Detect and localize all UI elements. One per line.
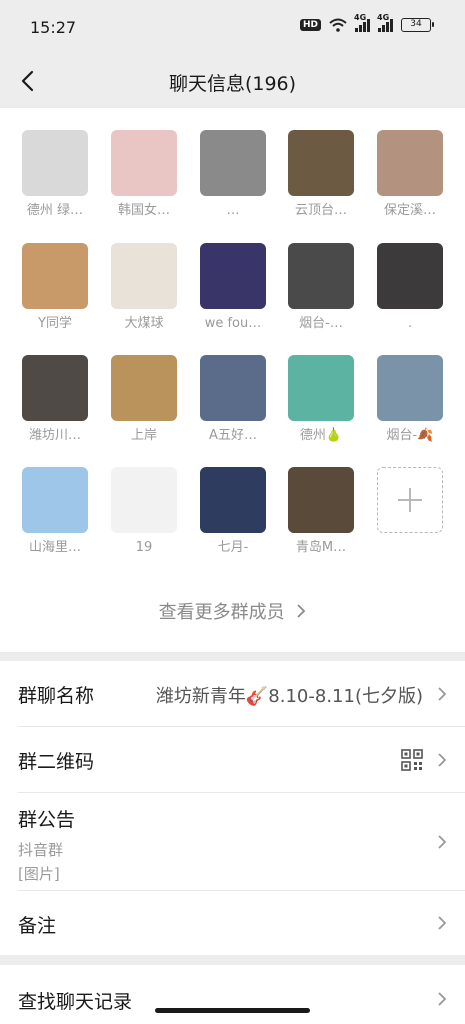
avatar [200, 355, 266, 421]
avatar [200, 130, 266, 196]
status-time: 15:27 [30, 18, 77, 37]
member-name: 19 [135, 540, 153, 555]
chevron-right-icon [438, 687, 447, 701]
nav-bar: 聊天信息(196) [0, 54, 465, 108]
chevron-right-icon [297, 604, 306, 618]
member-name: 烟台-… [299, 316, 343, 331]
avatar [200, 243, 266, 309]
avatar [377, 130, 443, 196]
chevron-right-icon [438, 916, 447, 930]
member-item[interactable]: … [200, 130, 266, 220]
member-name: 德州 绿… [26, 203, 84, 218]
qr-code-icon [401, 749, 423, 771]
member-name: 山海里… [28, 540, 81, 555]
member-name: A五好… [209, 428, 257, 443]
member-item[interactable]: 烟台-… [288, 243, 354, 333]
avatar [288, 130, 354, 196]
group-notice-line2: [图片] [18, 865, 60, 883]
group-notice-line1: 抖音群 [18, 841, 64, 859]
remark-label: 备注 [18, 915, 57, 937]
member-name: 云顶台… [294, 203, 347, 218]
member-item[interactable]: Y同学 [22, 243, 88, 333]
settings-group: 群聊名称 潍坊新青年🎸8.10-8.11(七夕版) 群二维码 群公告 抖音群 [… [0, 661, 465, 955]
group-notice-label: 群公告 [18, 809, 76, 831]
wifi-icon [329, 18, 347, 32]
group-name-label: 群聊名称 [18, 685, 95, 707]
member-item[interactable]: 山海里… [22, 467, 88, 557]
member-item[interactable]: 七月- [200, 467, 266, 557]
group-notice-row[interactable]: 群公告 抖音群 [图片] [18, 793, 465, 891]
add-member-button[interactable] [377, 467, 443, 533]
qr-code-row[interactable]: 群二维码 [18, 727, 465, 793]
search-history-label: 查找聊天记录 [18, 991, 133, 1013]
member-item[interactable]: 韩国女… [111, 130, 177, 220]
page-title: 聊天信息(196) [168, 73, 297, 95]
member-item[interactable]: we fou… [200, 243, 266, 333]
member-item[interactable]: 大煤球 [111, 243, 177, 333]
member-name: 上岸 [130, 428, 157, 443]
member-name: 德州🍐 [299, 428, 343, 443]
avatar [288, 355, 354, 421]
member-name: 保定溪… [383, 203, 436, 218]
avatar [22, 243, 88, 309]
search-history-row[interactable]: 查找聊天记录 [18, 965, 465, 1024]
avatar [22, 355, 88, 421]
member-name: we fou… [204, 316, 262, 331]
member-name: 大煤球 [124, 316, 164, 331]
remark-row[interactable]: 备注 [18, 891, 465, 955]
avatar [377, 243, 443, 309]
avatar [111, 355, 177, 421]
avatar [288, 243, 354, 309]
member-item[interactable]: 19 [111, 467, 177, 557]
member-item[interactable]: A五好… [200, 355, 266, 445]
member-name: 青岛M… [295, 540, 347, 555]
chevron-right-icon [438, 835, 447, 849]
member-item[interactable]: 上岸 [111, 355, 177, 445]
avatar [288, 467, 354, 533]
member-item[interactable]: 潍坊川… [22, 355, 88, 445]
group-name-value: 潍坊新青年🎸8.10-8.11(七夕版) [155, 686, 423, 707]
member-name: . [407, 316, 413, 331]
battery-icon: 34 [401, 18, 434, 32]
signal-icon-2: 4G [377, 13, 393, 32]
member-item[interactable]: 保定溪… [377, 130, 443, 220]
avatar [22, 467, 88, 533]
member-name: … [226, 203, 240, 218]
member-name: 烟台-🍂 [386, 428, 434, 443]
hd-icon: HD [299, 19, 321, 31]
avatar [111, 130, 177, 196]
signal-icon-1: 4G [354, 13, 370, 32]
chevron-right-icon [438, 992, 447, 1006]
member-name: 七月- [217, 540, 249, 555]
member-name: 潍坊川… [28, 428, 81, 443]
chevron-right-icon [438, 753, 447, 767]
plus-icon [398, 488, 422, 512]
members-grid: 德州 绿… 韩国女… … 云顶台… 保定溪… Y同学 大煤球 we fou… 烟台-…. 潍坊川…… [0, 108, 465, 652]
avatar [111, 243, 177, 309]
status-icons: HD 4G 4G 34 [299, 13, 434, 32]
status-bar: 15:27 HD 4G 4G 34 [0, 0, 465, 54]
member-item[interactable]: 烟台-🍂 [377, 355, 443, 445]
member-name: Y同学 [38, 316, 72, 331]
avatar [111, 467, 177, 533]
member-item[interactable]: 青岛M… [288, 467, 354, 557]
member-item[interactable]: 德州🍐 [288, 355, 354, 445]
group-name-row[interactable]: 群聊名称 潍坊新青年🎸8.10-8.11(七夕版) [18, 661, 465, 727]
search-group: 查找聊天记录 [0, 965, 465, 1024]
home-indicator [155, 1008, 310, 1013]
member-item[interactable]: . [377, 243, 443, 333]
avatar [200, 467, 266, 533]
qr-code-label: 群二维码 [18, 751, 95, 773]
more-members-link[interactable]: 查看更多群成员 [0, 598, 465, 624]
member-item[interactable]: 德州 绿… [22, 130, 88, 220]
member-item[interactable]: 云顶台… [288, 130, 354, 220]
avatar [377, 355, 443, 421]
avatar [22, 130, 88, 196]
member-name: 韩国女… [117, 203, 170, 218]
